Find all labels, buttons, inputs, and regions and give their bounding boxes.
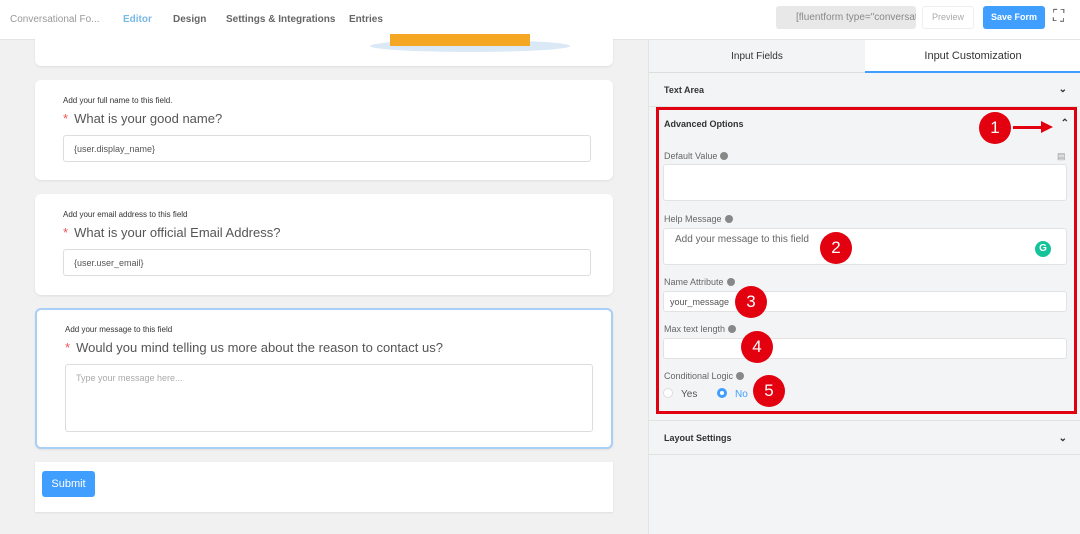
name-attribute-input[interactable]: your_message [663, 291, 1067, 312]
field-question: * What is your official Email Address? [63, 225, 281, 240]
welcome-card[interactable] [35, 34, 613, 66]
form-title-breadcrumb[interactable]: Conversational Fo... [10, 14, 100, 25]
annotation-badge-1: 1 [979, 112, 1011, 144]
help-message-label: Help Message [664, 214, 733, 224]
illustration-bar [390, 34, 530, 46]
message-textarea[interactable]: Type your message here... [65, 364, 593, 432]
chevron-down-icon[interactable]: ⌄ [1059, 73, 1067, 107]
arrow-head-icon [1041, 121, 1053, 133]
form-canvas: Add your full name to this field. * What … [0, 34, 648, 534]
help-message-textarea[interactable]: Add your message to this field [663, 228, 1067, 265]
shortcode-icon[interactable]: ▤ [1057, 151, 1066, 162]
info-icon [736, 372, 745, 380]
info-icon [726, 278, 735, 286]
info-icon [728, 325, 737, 333]
conditional-no-radio[interactable]: No [717, 388, 748, 400]
email-input[interactable]: {user.user_email} [63, 249, 591, 276]
conditional-logic-label: Conditional Logic [664, 371, 745, 381]
fullscreen-icon[interactable]: ⛶ [1053, 9, 1069, 25]
chevron-down-icon[interactable]: ⌄ [1059, 421, 1067, 456]
max-length-label: Max text length [664, 324, 737, 334]
text-area-section[interactable]: Text Area ⌄ [649, 73, 1080, 107]
annotation-badge-2: 2 [820, 232, 852, 264]
field-help: Add your full name to this field. [63, 96, 173, 105]
required-mark: * [65, 340, 71, 355]
annotation-badge-3: 3 [735, 286, 767, 318]
settings-panel: Input Fields Input Customization Text Ar… [648, 40, 1080, 534]
annotation-badge-4: 4 [741, 331, 773, 363]
layout-settings-section[interactable]: Layout Settings ⌄ [649, 420, 1080, 455]
max-length-input[interactable] [663, 338, 1067, 359]
conditional-yes-radio[interactable]: Yes [663, 388, 697, 400]
tab-input-fields[interactable]: Input Fields [649, 40, 865, 73]
field-card-message[interactable]: Add your message to this field * Would yo… [35, 308, 613, 449]
name-attribute-label: Name Attribute [664, 277, 735, 287]
field-question: * What is your good name? [63, 111, 223, 126]
field-card-name[interactable]: Add your full name to this field. * What … [35, 80, 613, 180]
shortcode-copy[interactable]: [fluentform type="conversational" [776, 6, 916, 29]
field-question: * Would you mind telling us more about th… [65, 340, 443, 355]
required-mark: * [63, 225, 69, 240]
grammarly-icon[interactable]: G [1035, 241, 1051, 257]
default-value-label: Default Value [664, 151, 729, 161]
field-help: Add your email address to this field [63, 210, 188, 219]
field-help: Add your message to this field [65, 325, 173, 334]
tab-input-customization[interactable]: Input Customization [865, 40, 1080, 73]
field-card-email[interactable]: Add your email address to this field * Wh… [35, 194, 613, 295]
submit-button[interactable]: Submit [42, 471, 95, 497]
save-form-button[interactable]: Save Form [983, 6, 1045, 29]
name-input[interactable]: {user.display_name} [63, 135, 591, 162]
annotation-arrow [1013, 126, 1043, 129]
annotation-badge-5: 5 [753, 375, 785, 407]
default-value-textarea[interactable] [663, 164, 1067, 201]
submit-area [35, 462, 613, 512]
preview-button[interactable]: Preview [922, 6, 974, 29]
required-mark: * [63, 111, 69, 126]
info-icon [724, 215, 733, 223]
info-icon [720, 152, 729, 160]
